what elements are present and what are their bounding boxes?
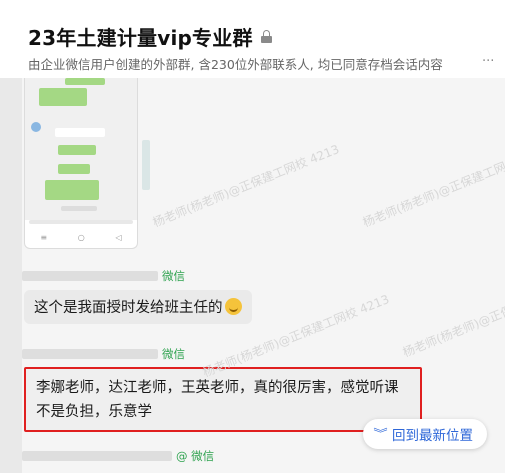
- screenshot-input-bar: [29, 220, 133, 224]
- screenshot-content: [25, 78, 137, 220]
- phone-screenshot-image[interactable]: ≡ ○ ◁: [24, 78, 138, 249]
- home-icon: ○: [77, 232, 85, 242]
- menu-icon: ≡: [40, 232, 48, 242]
- message-bubble[interactable]: 这个是我面授时发给班主任的: [24, 290, 252, 324]
- screenshot-nav-bar: ≡ ○ ◁: [25, 226, 137, 248]
- double-chevron-down-icon: ︾: [373, 427, 388, 440]
- sender-name: 微信: [22, 269, 185, 283]
- jump-button-label: 回到最新位置: [392, 428, 473, 444]
- title-row: 23年土建计量vip专业群: [28, 22, 272, 51]
- message-text: 这个是我面授时发给班主任的: [34, 300, 223, 316]
- chat-header: 23年土建计量vip专业群 由企业微信用户创建的外部群, 含230位外部联系人,…: [0, 0, 505, 78]
- avatar-column: [0, 78, 22, 473]
- message-text: 李娜老师，达江老师，王英老师，真的很厉害，感觉听课不是负担，乐意学: [36, 380, 399, 420]
- group-title[interactable]: 23年土建计量vip专业群: [28, 22, 253, 51]
- jump-to-latest-button[interactable]: ︾ 回到最新位置: [363, 419, 487, 449]
- lock-icon: [260, 30, 272, 43]
- highlighted-message-bubble[interactable]: 李娜老师，达江老师，王英老师，真的很厉害，感觉听课不是负担，乐意学: [24, 367, 422, 432]
- back-icon: ◁: [115, 232, 122, 242]
- blurred-avatar: [142, 140, 150, 190]
- sender-name: @ 微信: [22, 449, 214, 463]
- sender-name: 微信: [22, 347, 185, 361]
- sender-tag: 微信: [162, 269, 185, 283]
- grin-emoji-icon: [224, 298, 242, 315]
- redacted-name: [22, 271, 158, 281]
- redacted-name: [22, 451, 172, 461]
- sender-tag: @ 微信: [176, 449, 215, 463]
- ellipsis-icon[interactable]: ···: [482, 54, 494, 69]
- group-subtitle: 由企业微信用户创建的外部群, 含230位外部联系人, 均已同意存档会话内容: [28, 57, 443, 72]
- sender-tag: 微信: [162, 347, 185, 361]
- redacted-name: [22, 349, 158, 359]
